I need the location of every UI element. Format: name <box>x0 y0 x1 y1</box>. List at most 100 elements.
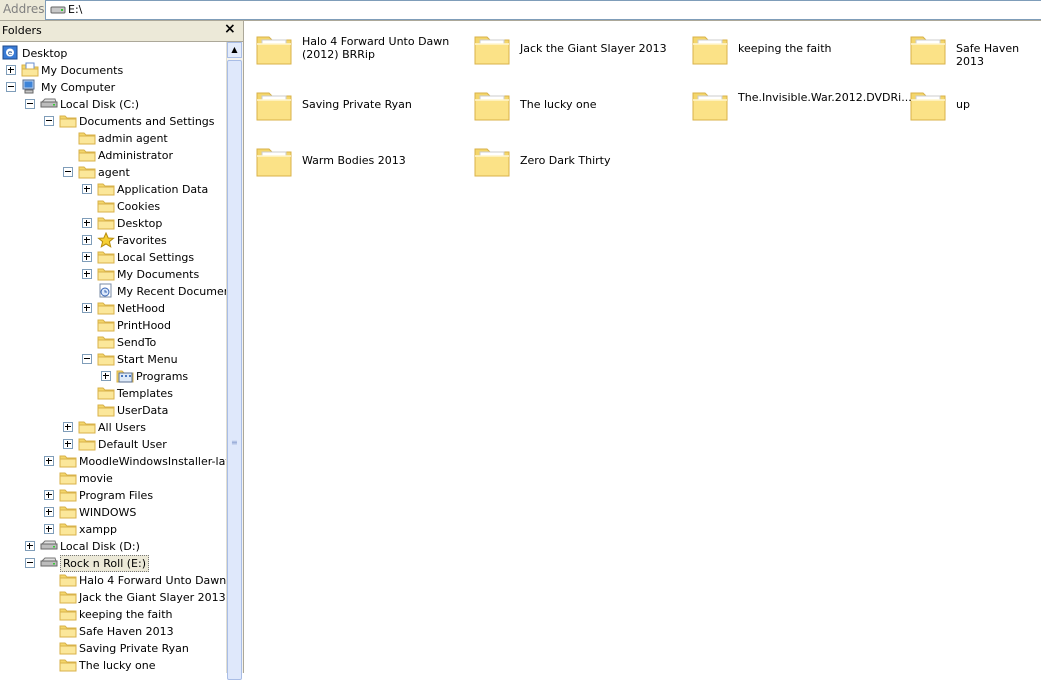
folder-item[interactable]: Saving Private Ryan <box>254 85 464 131</box>
close-icon[interactable]: × <box>224 21 236 37</box>
folder-item[interactable]: Zero Dark Thirty <box>472 141 682 187</box>
tree-node[interactable]: Local Disk (D:) <box>0 538 226 555</box>
tree-node[interactable]: Rock n Roll (E:) <box>0 555 226 572</box>
tree-node-label: keeping the faith <box>79 608 173 621</box>
folder-item[interactable]: The.Invisible.War.2012.DVDRi... <box>690 85 912 131</box>
address-input[interactable]: E:\ <box>45 0 1041 20</box>
collapse-icon[interactable] <box>25 99 35 109</box>
folder-icon <box>78 147 96 163</box>
folder-icon <box>690 85 730 128</box>
folder-item-label: Safe Haven 2013 <box>956 42 1020 68</box>
folder-icon <box>254 29 294 72</box>
expand-icon[interactable] <box>82 303 92 313</box>
folder-item[interactable]: Halo 4 Forward Unto Dawn (2012) BRRip <box>254 29 464 75</box>
recent-documents-icon <box>97 283 115 299</box>
file-list: Halo 4 Forward Unto Dawn (2012) BRRip Ja… <box>244 21 1041 673</box>
tree-node[interactable]: My Documents <box>0 266 226 283</box>
expand-icon[interactable] <box>63 439 73 449</box>
tree-node[interactable]: Start Menu <box>0 351 226 368</box>
scroll-thumb[interactable] <box>227 60 242 680</box>
address-value: E:\ <box>68 3 83 16</box>
my-documents-icon <box>21 62 39 78</box>
expand-icon[interactable] <box>6 65 16 75</box>
folder-item[interactable]: The lucky one <box>472 85 682 131</box>
folder-item[interactable]: Jack the Giant Slayer 2013 <box>472 29 682 75</box>
tree-node[interactable]: Application Data <box>0 181 226 198</box>
expand-icon[interactable] <box>82 235 92 245</box>
folder-item[interactable]: keeping the faith <box>690 29 900 75</box>
folder-item-label: Halo 4 Forward Unto Dawn (2012) BRRip <box>302 35 450 61</box>
folder-item-label: Saving Private Ryan <box>302 98 412 111</box>
collapse-icon[interactable] <box>82 354 92 364</box>
tree-node[interactable]: Local Settings <box>0 249 226 266</box>
expand-icon[interactable] <box>82 218 92 228</box>
folder-icon <box>97 402 115 418</box>
folder-icon <box>59 487 77 503</box>
my-computer-icon <box>21 79 39 95</box>
tree-node-label: My Recent Documents <box>117 285 226 298</box>
expand-icon[interactable] <box>82 184 92 194</box>
tree-node-label: My Computer <box>41 81 116 94</box>
tree-node[interactable]: WINDOWS <box>0 504 226 521</box>
expand-icon[interactable] <box>82 269 92 279</box>
scroll-grip-icon: ≡ <box>231 438 238 447</box>
tree-node[interactable]: Templates <box>0 385 226 402</box>
tree-node[interactable]: MoodleWindowsInstaller-latest <box>0 453 226 470</box>
tree-node[interactable]: agent <box>0 164 226 181</box>
tree-node[interactable]: Saving Private Ryan <box>0 640 226 657</box>
folder-icon <box>97 300 115 316</box>
tree-node[interactable]: Local Disk (C:) <box>0 96 226 113</box>
tree-node[interactable]: Documents and Settings <box>0 113 226 130</box>
expand-icon[interactable] <box>101 371 111 381</box>
tree-node[interactable]: Programs <box>0 368 226 385</box>
tree-node[interactable]: Favorites <box>0 231 226 249</box>
tree-node[interactable]: admin agent <box>0 130 226 147</box>
tree-node[interactable]: Desktop <box>0 215 226 232</box>
expand-icon[interactable] <box>82 252 92 262</box>
expand-icon[interactable] <box>25 541 35 551</box>
collapse-icon[interactable] <box>25 558 35 568</box>
expand-icon[interactable] <box>44 456 54 466</box>
expand-icon[interactable] <box>44 507 54 517</box>
expand-icon[interactable] <box>44 524 54 534</box>
tree-node[interactable]: e Desktop <box>0 45 226 62</box>
folder-item[interactable]: Safe Haven 2013 <box>908 29 1041 75</box>
tree-node[interactable]: The lucky one <box>0 657 226 673</box>
tree-node[interactable]: All Users <box>0 419 226 436</box>
tree-node[interactable]: Program Files <box>0 487 226 504</box>
tree-node[interactable]: SendTo <box>0 334 226 351</box>
tree-node[interactable]: UserData <box>0 402 226 419</box>
folder-icon <box>59 640 77 656</box>
tree-node[interactable]: PrintHood <box>0 317 226 334</box>
tree-node[interactable]: Default User <box>0 436 226 453</box>
tree-node[interactable]: Halo 4 Forward Unto Dawn (2012) BRRip <box>0 572 226 589</box>
tree-node[interactable]: Cookies <box>0 198 226 215</box>
tree-node[interactable]: NetHood <box>0 300 226 317</box>
tree-node[interactable]: My Recent Documents <box>0 283 226 300</box>
tree-node[interactable]: Jack the Giant Slayer 2013 <box>0 589 226 606</box>
drive-icon <box>40 96 58 112</box>
expand-icon[interactable] <box>44 490 54 500</box>
tree-node-label: My Documents <box>117 268 200 281</box>
tree-node[interactable]: Safe Haven 2013 <box>0 623 226 640</box>
collapse-icon[interactable] <box>63 167 73 177</box>
tree-node-label: The lucky one <box>79 659 156 672</box>
collapse-icon[interactable] <box>6 82 16 92</box>
folder-icon <box>59 113 77 129</box>
tree-node[interactable]: xampp <box>0 521 226 538</box>
folder-icon <box>97 385 115 401</box>
tree-node-label: All Users <box>98 421 146 434</box>
tree-node[interactable]: Administrator <box>0 147 226 164</box>
folder-item[interactable]: up <box>908 85 1041 131</box>
collapse-icon[interactable] <box>44 116 54 126</box>
tree-scrollbar[interactable]: ▲ ≡ <box>226 42 243 680</box>
tree-node[interactable]: My Documents <box>0 62 226 79</box>
tree-node[interactable]: My Computer <box>0 79 226 96</box>
folder-icon <box>59 470 77 486</box>
folder-icon <box>59 657 77 673</box>
tree-node[interactable]: keeping the faith <box>0 606 226 623</box>
folder-item[interactable]: Warm Bodies 2013 <box>254 141 464 187</box>
scroll-up-button[interactable]: ▲ <box>227 42 242 58</box>
expand-icon[interactable] <box>63 422 73 432</box>
tree-node[interactable]: movie <box>0 470 226 487</box>
